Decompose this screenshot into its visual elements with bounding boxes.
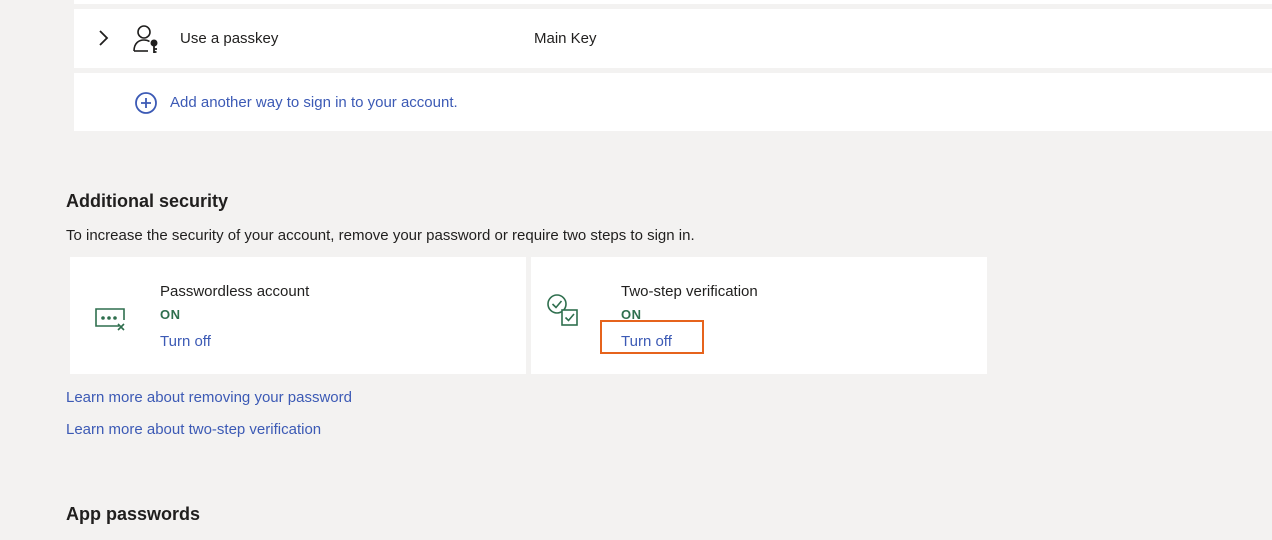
additional-security-description: To increase the security of your account… xyxy=(66,227,695,244)
passkey-person-icon xyxy=(133,25,158,53)
two-step-title: Two-step verification xyxy=(621,283,758,300)
app-passwords-title: App passwords xyxy=(66,504,201,524)
additional-security-title: Additional security xyxy=(66,191,229,211)
add-sign-in-link[interactable]: Add another way to sign in to your accou… xyxy=(170,94,458,111)
passwordless-title: Passwordless account xyxy=(160,283,310,300)
passwordless-status: ON xyxy=(160,307,181,322)
passkey-label: Use a passkey xyxy=(180,30,279,47)
passwordless-turn-off-link[interactable]: Turn off xyxy=(160,333,211,350)
top-card-strip xyxy=(74,0,1272,4)
chevron-right-icon[interactable] xyxy=(96,28,110,48)
learn-two-step-link[interactable]: Learn more about two-step verification xyxy=(66,421,321,438)
add-sign-in-row: Add another way to sign in to your accou… xyxy=(74,73,1272,131)
passwordless-card: Passwordless account ON Turn off xyxy=(70,257,526,374)
two-step-check-icon xyxy=(547,294,578,326)
two-step-turn-off-link[interactable]: Turn off xyxy=(621,333,672,350)
plus-circle-icon[interactable] xyxy=(134,91,158,115)
two-step-status: ON xyxy=(621,307,642,322)
learn-remove-password-link[interactable]: Learn more about removing your password xyxy=(66,389,352,406)
password-dots-x-icon xyxy=(95,308,125,331)
passkey-value: Main Key xyxy=(534,30,597,47)
two-step-card: Two-step verification ON Turn off xyxy=(531,257,987,374)
passkey-row[interactable]: Use a passkey Main Key xyxy=(74,9,1272,68)
